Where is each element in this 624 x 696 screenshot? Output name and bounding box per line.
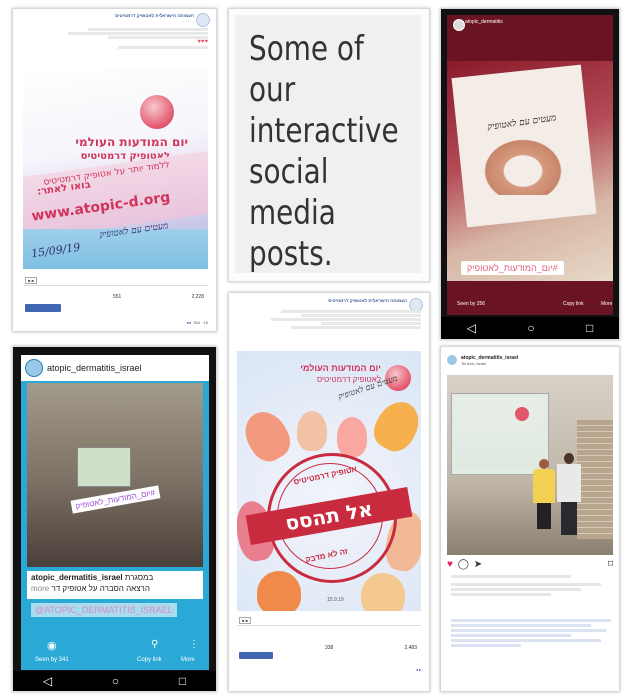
post-header: העמותה הישראלית לאטופיק דרמטיטיס (229, 293, 429, 339)
post-caption (451, 581, 611, 596)
post-photo[interactable] (447, 375, 613, 555)
like-reaction-icon: ●● (186, 320, 192, 325)
lecture-photo (27, 383, 203, 567)
hand-illustration (237, 404, 297, 468)
stat-a: 338 (325, 645, 334, 651)
caption-line-1: Some of our (249, 29, 364, 110)
story-caption: atopic_dermatitis_israel במסגרת more הרצ… (27, 571, 203, 599)
caption-text: Some of our interactive social media pos… (249, 29, 399, 275)
comment-icon[interactable]: ◯ (458, 559, 469, 570)
caption-card: Some of our interactive social media pos… (228, 8, 430, 282)
profile-avatar[interactable] (447, 355, 457, 365)
post-hashtags (451, 617, 611, 647)
post-footer-bar: ■ ■ (23, 275, 208, 286)
eye-icon[interactable]: ◉ (47, 639, 57, 652)
android-nav-bar: ◁ ○ □ (13, 671, 216, 691)
boost-post-button[interactable] (239, 652, 273, 659)
story-screen[interactable]: atopic_dermatitis מעטים עם לאטופיק #יום_… (447, 15, 613, 315)
copy-link[interactable]: Copy link (563, 301, 584, 307)
globe-logo-icon (515, 407, 529, 421)
hand-illustration (257, 571, 301, 611)
post-actions: ♥ ◯ ➤ ⌑ (447, 559, 613, 571)
mention-sticker[interactable]: @ATOPIC_DERMATITIS_ISRAEL (31, 603, 177, 617)
story-screen[interactable]: atopic_dermatitis_israel #יום_המודעות_לא… (21, 355, 209, 670)
home-icon[interactable]: ○ (527, 321, 534, 335)
more-button[interactable]: More (181, 657, 195, 663)
page-button[interactable]: ■ ■ (239, 617, 251, 624)
link-icon[interactable]: ⚲ (151, 639, 158, 650)
facebook-post-world-awareness-day: העמותה הישראלית לאטופיק דרמטיטיס · · · ·… (12, 8, 217, 332)
reactions-row: 354 · 15 ●● (23, 320, 208, 325)
stat-b: 2,483 (404, 645, 417, 651)
stat-a: 551 (113, 294, 122, 300)
image-date: 15.9.19 (327, 597, 344, 603)
story-header: atopic_dermatitis_israel (21, 355, 209, 381)
post-body-text: ♥♥♥ (58, 27, 208, 50)
post-image[interactable]: יום המודעות העולמי לאטופיק דרמטיטיס ללמו… (23, 69, 208, 269)
image-title-line1: יום המודעות העולמי (75, 135, 188, 149)
post-header: atopic_dermatitis_israel Tel Aviv, Israe… (447, 353, 613, 371)
hand-illustration (297, 411, 327, 451)
page-avatar[interactable] (196, 13, 210, 27)
bookmark-icon[interactable]: ⌑ (608, 559, 613, 570)
hashtag-sticker[interactable]: #יום_המודעות_לאטופיק (461, 261, 564, 275)
instagram-feed-post: atopic_dermatitis_israel Tel Aviv, Israe… (440, 346, 620, 692)
projector-slide (455, 397, 543, 469)
back-icon[interactable]: ◁ (43, 674, 52, 688)
home-icon[interactable]: ○ (112, 674, 119, 688)
heart-icon[interactable]: ♥ (447, 559, 453, 570)
share-icon[interactable]: ➤ (474, 559, 482, 570)
recent-apps-icon[interactable]: □ (179, 674, 186, 688)
recent-apps-icon[interactable]: □ (586, 321, 593, 335)
image-title-line1: יום המודעות העולמי (300, 363, 381, 373)
presenter-man (557, 453, 581, 535)
hand-illustration (367, 394, 421, 458)
presenter-woman (533, 459, 555, 529)
globe-logo-icon (140, 95, 174, 129)
seen-by[interactable]: Seen by 256 (457, 301, 485, 307)
profile-avatar[interactable] (453, 19, 465, 31)
caption-text: במסגרת (124, 573, 154, 582)
instagram-story-lecture: atopic_dermatitis_israel #יום_המודעות_לא… (12, 346, 217, 692)
hand-illustration (361, 573, 405, 611)
reaction-count[interactable]: 354 · 15 (193, 320, 208, 325)
hand-illustration (337, 417, 367, 457)
more-button[interactable]: More (601, 301, 612, 307)
profile-avatar[interactable] (25, 359, 43, 377)
post-header: העמותה הישראלית לאטופיק דרמטיטיס · · · ·… (13, 9, 216, 50)
story-username[interactable]: atopic_dermatitis (465, 19, 503, 25)
android-nav-bar: ◁ ○ □ (441, 317, 619, 339)
caption-line-3: social media (249, 152, 336, 233)
post-meta: · · · · · · (180, 19, 194, 24)
more-dots-icon[interactable]: ⋮ (189, 639, 199, 650)
story-bottom-bar: ◉ ⚲ ⋮ Seen by 341 Copy link More (21, 633, 209, 670)
reactions-row: ●● (237, 667, 421, 672)
like-reaction-icon[interactable]: ●● (416, 667, 421, 672)
caption-line-4: posts. (249, 234, 333, 274)
story-username[interactable]: atopic_dermatitis_israel (47, 363, 142, 373)
caption-more-link[interactable]: more (31, 584, 49, 593)
caption-line2: הרצאה הסברה על אטופיק דר (51, 584, 150, 593)
caption-username[interactable]: atopic_dermatitis_israel (31, 573, 123, 582)
post-body-text (261, 309, 421, 330)
likes-line (451, 573, 611, 578)
caption-panel: Some of our interactive social media pos… (235, 15, 421, 275)
stat-b: 2,228 (191, 294, 204, 300)
facebook-post-not-contagious: העמותה הישראלית לאטופיק דרמטיטיס יום המו… (228, 292, 430, 692)
page-button[interactable]: ■ ■ (25, 277, 37, 284)
back-icon[interactable]: ◁ (467, 321, 476, 335)
post-image[interactable]: יום המודעות העולמי לאטופיק דרמטיטיס מעטי… (237, 351, 421, 611)
brick-wall (577, 419, 613, 539)
page-name[interactable]: העמותה הישראלית לאטופיק דרמטיטיס (115, 13, 194, 18)
post-location[interactable]: Tel Aviv, Israel (461, 361, 486, 366)
instagram-story-heart-hands: atopic_dermatitis מעטים עם לאטופיק #יום_… (440, 8, 620, 340)
seen-by[interactable]: Seen by 341 (35, 657, 69, 663)
boost-post-button[interactable] (25, 304, 61, 312)
caption-line-2: interactive (249, 111, 399, 151)
post-footer-bar: ■ ■ (237, 615, 421, 626)
projector-screen (77, 447, 131, 487)
copy-link[interactable]: Copy link (137, 657, 162, 663)
page-name[interactable]: העמותה הישראלית לאטופיק דרמטיטיס (328, 298, 407, 303)
